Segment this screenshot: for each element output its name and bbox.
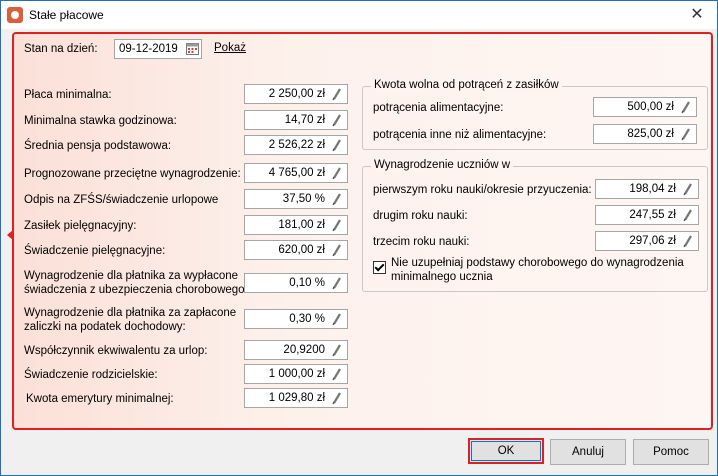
value-field[interactable]: 181,00 zł [244,215,348,235]
pencil-icon[interactable] [331,391,343,405]
checkbox-label: Nie uzupełniaj podstawy chorobowego do w… [391,257,684,269]
value-field[interactable]: 500,00 zł [593,97,697,117]
field-value: 14,70 zł [284,114,325,126]
value-field[interactable]: 37,50 % [244,189,348,209]
row-label: drugim roku nauki: [373,210,468,222]
pencil-icon[interactable] [331,343,343,357]
value-field[interactable]: 825,00 zł [593,124,697,144]
field-value: 825,00 zł [627,128,674,140]
cancel-label: Anuluj [572,446,604,458]
no-fill-sick-base-checkbox[interactable] [373,261,386,274]
pencil-icon[interactable] [331,243,343,257]
window-title: Stałe płacowe [29,8,104,22]
group-title: Wynagrodzenie uczniów w [371,159,514,171]
row-label: Odpis na ZFŚS/świadczenie urlopowe [24,194,219,206]
focus-ring [471,441,541,461]
pencil-icon[interactable] [331,367,343,381]
pencil-icon[interactable] [680,127,692,141]
value-field[interactable]: 1 000,00 zł [244,364,348,384]
pencil-icon[interactable] [331,138,343,152]
value-field[interactable]: 620,00 zł [244,240,348,260]
row-label: Wynagrodzenie dla płatnika za wypłacone [24,270,239,282]
ok-button[interactable]: OK [468,438,544,464]
row-label: pierwszym roku nauki/okresie przyuczenia… [373,184,592,196]
value-field[interactable]: 20,9200 [244,340,348,360]
title-bar: Stałe płacowe ✕ [1,1,717,29]
field-value: 0,10 % [289,277,325,289]
date-value: 09-12-2019 [119,43,178,55]
cancel-button[interactable]: Anuluj [550,439,626,465]
value-field[interactable]: 247,55 zł [595,205,699,225]
field-value: 500,00 zł [627,101,674,113]
calendar-icon[interactable] [186,42,199,55]
field-value: 2 250,00 zł [268,88,325,100]
checkbox-label-line2: minimalnego ucznia [391,271,493,283]
close-button[interactable]: ✕ [677,1,717,29]
date-label: Stan na dzień: [24,43,98,55]
row-label: Świadczenie pielęgnacyjne: [24,245,166,257]
pencil-icon[interactable] [331,87,343,101]
main-panel: Stan na dzień: 09-12-2019 Pokaż Płaca mi… [7,32,713,430]
value-field[interactable]: 297,06 zł [595,231,699,251]
field-value: 37,50 % [282,193,325,205]
row-label: trzecim roku nauki: [373,236,470,248]
pencil-icon[interactable] [331,166,343,180]
field-value: 198,04 zł [629,183,676,195]
value-field[interactable]: 2 526,22 zł [244,135,348,155]
help-label: Pomoc [653,446,689,458]
row-label: Prognozowane przeciętne wynagrodzenie: [24,168,241,180]
field-value: 1 029,80 zł [268,392,325,404]
field-value: 20,9200 [283,344,325,356]
row-label-line2: zaliczki na podatek dochodowy: [24,321,186,333]
pencil-icon[interactable] [331,192,343,206]
pencil-icon[interactable] [682,182,694,196]
row-label: Świadczenie rodzicielskie: [24,369,158,381]
value-field[interactable]: 14,70 zł [244,110,348,130]
field-value: 0,30 % [289,313,325,325]
value-field[interactable]: 0,30 % [244,309,348,329]
show-link[interactable]: Pokaż [214,42,246,54]
pencil-icon[interactable] [682,208,694,222]
row-label: Minimalna stawka godzinowa: [24,115,177,127]
group-deduction-free: Kwota wolna od potrąceń z zasiłków potrą… [362,79,708,150]
row-label: Wynagrodzenie dla płatnika za zapłacone [24,307,237,319]
row-label: Płaca minimalna: [24,89,112,101]
pencil-icon[interactable] [331,276,343,290]
panel-arrow-icon [7,230,13,240]
pencil-icon[interactable] [331,113,343,127]
dialog-window: Stałe płacowe ✕ Stan na dzień: 09-12-201… [0,0,718,476]
group-title: Kwota wolna od potrąceń z zasiłków [371,79,562,91]
group-student-wages: Wynagrodzenie uczniów w pierwszym roku n… [362,159,708,292]
value-field[interactable]: 4 765,00 zł [244,163,348,183]
row-label: Średnia pensja podstawowa: [24,140,172,152]
row-label: Kwota emerytury minimalnej: [26,393,174,405]
value-field[interactable]: 2 250,00 zł [244,84,348,104]
field-value: 4 765,00 zł [268,167,325,179]
row-label-line2: świadczenia z ubezpieczenia chorobowego: [24,284,248,296]
help-button[interactable]: Pomoc [633,439,709,465]
field-value: 247,55 zł [629,209,676,221]
row-label: Współczynnik ekwiwalentu za urlop: [24,345,208,357]
value-field[interactable]: 0,10 % [244,273,348,293]
field-value: 620,00 zł [278,244,325,256]
pencil-icon[interactable] [331,218,343,232]
field-value: 181,00 zł [278,219,325,231]
field-value: 297,06 zł [629,235,676,247]
row-label: potrącenia inne niż alimentacyjne: [373,129,547,141]
pencil-icon[interactable] [680,100,692,114]
row-label: Zasiłek pielęgnacyjny: [24,220,137,232]
value-field[interactable]: 1 029,80 zł [244,388,348,408]
field-value: 2 526,22 zł [268,139,325,151]
value-field[interactable]: 198,04 zł [595,179,699,199]
pencil-icon[interactable] [331,312,343,326]
pencil-icon[interactable] [682,234,694,248]
app-icon [7,7,23,23]
row-label: potrącenia alimentacyjne: [373,102,504,114]
field-value: 1 000,00 zł [268,368,325,380]
